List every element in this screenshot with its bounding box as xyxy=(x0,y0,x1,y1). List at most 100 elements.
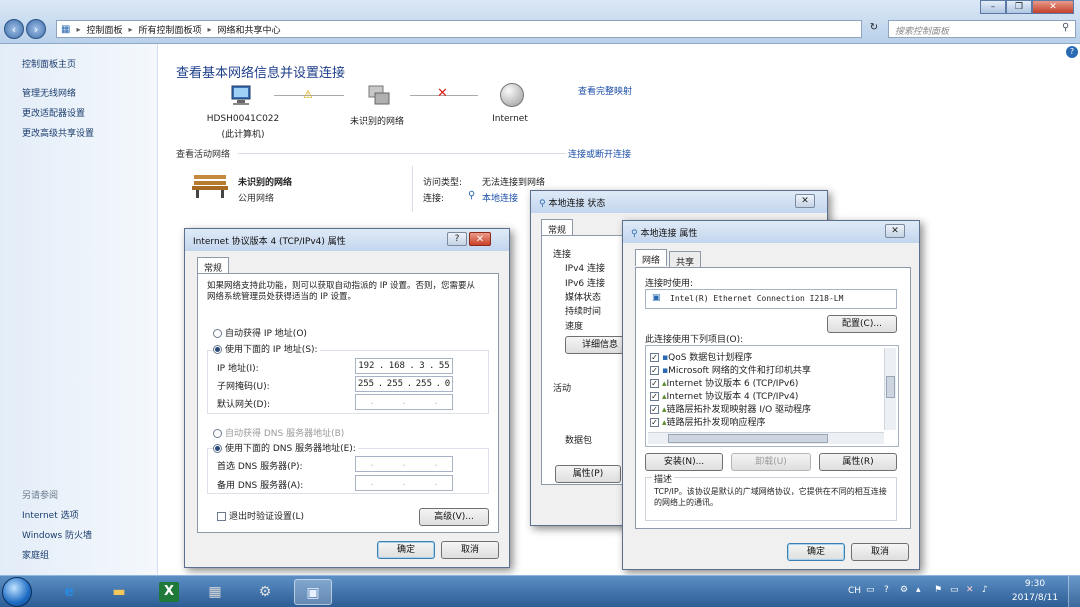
back-arrow-icon[interactable]: ‹ xyxy=(4,19,24,39)
chevron-right-icon: ▸ xyxy=(128,24,133,34)
file-explorer-icon[interactable]: ▬ xyxy=(100,579,138,605)
breadcrumb[interactable]: ▦ ▸ 控制面板 ▸ 所有控制面板项 ▸ 网络和共享中心 xyxy=(56,20,862,38)
horizontal-scrollbar[interactable] xyxy=(648,432,884,444)
change-adapter-link[interactable]: 更改适配器设置 xyxy=(22,106,85,119)
list-item[interactable]: ✓ ▪Microsoft 网络的文件和打印机共享 xyxy=(650,363,811,376)
network-name: 未识别的网络 xyxy=(238,178,293,188)
list-item[interactable]: ✓ ▪QoS 数据包计划程序 xyxy=(650,350,752,363)
calculator-icon[interactable]: ▦ xyxy=(196,579,234,605)
ok-button[interactable]: 确定 xyxy=(787,543,845,561)
search-input[interactable]: 搜索控制面板 xyxy=(888,20,1076,38)
control-panel-icon: ▦ xyxy=(61,23,71,35)
network-type-link[interactable]: 公用网络 xyxy=(238,191,274,204)
show-desktop-button[interactable] xyxy=(1068,576,1080,607)
alternate-dns-label: 备用 DNS 服务器(A): xyxy=(217,481,304,491)
status-properties-button[interactable]: 属性(P) xyxy=(555,465,621,483)
breadcrumb-item[interactable]: 网络和共享中心 xyxy=(218,23,281,36)
display-icon[interactable]: ▭ xyxy=(950,585,959,595)
auto-dns-radio[interactable]: 自动获得 DNS 服务器地址(B) xyxy=(213,426,344,439)
vertical-divider xyxy=(412,166,413,212)
subnet-mask-label: 子网掩码(U): xyxy=(217,382,270,392)
search-icon[interactable]: ⚲ xyxy=(1062,22,1069,33)
help-tray-icon[interactable]: ? xyxy=(884,585,889,595)
tab-general[interactable]: 常规 xyxy=(197,257,230,274)
gateway-field[interactable]: ... xyxy=(355,394,453,410)
clock-time[interactable]: 9:30 xyxy=(1006,579,1064,589)
preferred-dns-field[interactable]: ... xyxy=(355,456,453,472)
manual-ip-radio[interactable]: 使用下面的 IP 地址(S): xyxy=(213,342,320,355)
gateway-label: 默认网关(D): xyxy=(217,400,270,410)
properties-close-button[interactable]: ✕ xyxy=(885,224,905,238)
breadcrumb-item[interactable]: 所有控制面板项 xyxy=(139,23,202,36)
subnet-mask-field[interactable]: 255. 255. 255. 0 xyxy=(355,376,453,392)
items-list: ✓ ▪QoS 数据包计划程序 ✓ ▪Microsoft 网络的文件和打印机共享 ✓ ▴… xyxy=(645,345,899,447)
advanced-button[interactable]: 高级(V)... xyxy=(419,508,489,526)
network-error-icon[interactable]: ✕ xyxy=(966,585,974,595)
alternate-dns-field[interactable]: ... xyxy=(355,475,453,491)
connection-section-label: 连接 xyxy=(553,250,572,260)
tab-general[interactable]: 常规 xyxy=(541,219,574,236)
help-button[interactable]: ? xyxy=(447,232,467,246)
properties-dialog: ⚲ 本地连接 属性 ✕ 网络 共享 连接时使用: ▣ Intel(R) Ethe… xyxy=(622,220,920,570)
clock-date[interactable]: 2017/8/11 xyxy=(1006,593,1064,603)
adapter-box: ▣ Intel(R) Ethernet Connection I218-LM xyxy=(645,289,897,309)
firewall-link[interactable]: Windows 防火墙 xyxy=(22,528,92,541)
tab-sharing[interactable]: 共享 xyxy=(669,251,702,268)
manual-dns-radio[interactable]: 使用下面的 DNS 服务器地址(E): xyxy=(213,441,358,454)
minimize-button[interactable]: – xyxy=(980,0,1006,14)
close-button[interactable]: ✕ xyxy=(1032,0,1074,14)
advanced-sharing-link[interactable]: 更改高级共享设置 xyxy=(22,126,94,139)
flag-icon[interactable]: ⚑ xyxy=(934,585,942,595)
ok-button[interactable]: 确定 xyxy=(377,541,435,559)
view-full-map-link[interactable]: 查看完整映射 xyxy=(578,84,632,97)
duration-label: 持续时间 xyxy=(565,307,602,317)
volume-icon[interactable]: ♪ xyxy=(982,585,988,595)
ip-address-field[interactable]: 192. 168. 3. 55 xyxy=(355,358,453,374)
network-tool-icon[interactable]: ⚙ xyxy=(246,579,284,605)
start-button[interactable] xyxy=(2,577,32,607)
unidentified-network-label: 未识别的网络 xyxy=(349,117,404,127)
excel-icon[interactable]: X xyxy=(150,579,188,605)
description-label: 描述 xyxy=(652,472,675,485)
status-close-button[interactable]: ✕ xyxy=(795,194,815,208)
list-item[interactable]: ✓ ▴Internet 协议版本 6 (TCP/IPv6) xyxy=(650,376,798,389)
local-connection-link[interactable]: 本地连接 xyxy=(482,191,518,204)
cancel-button[interactable]: 取消 xyxy=(851,543,909,561)
manage-wireless-link[interactable]: 管理无线网络 xyxy=(22,86,76,99)
scrollbar-thumb[interactable] xyxy=(886,376,895,398)
refresh-icon[interactable]: ↻ xyxy=(864,22,884,36)
cancel-button[interactable]: 取消 xyxy=(441,541,499,559)
help-icon[interactable]: ? xyxy=(1066,46,1078,58)
computer-sublabel: (此计算机) xyxy=(221,130,265,140)
install-button[interactable]: 安装(N)... xyxy=(645,453,723,471)
tab-networking[interactable]: 网络 xyxy=(635,249,668,266)
keyboard-icon[interactable]: ▭ xyxy=(866,585,875,595)
ipv4-close-button[interactable]: ✕ xyxy=(469,232,491,246)
vertical-scrollbar[interactable] xyxy=(884,348,896,430)
scrollbar-thumb[interactable] xyxy=(668,434,828,443)
maximize-button[interactable]: ❐ xyxy=(1006,0,1032,14)
validate-checkbox[interactable]: 退出时验证设置(L) xyxy=(217,509,304,522)
auto-ip-radio[interactable]: 自动获得 IP 地址(O) xyxy=(213,326,307,339)
item-properties-button[interactable]: 属性(R) xyxy=(819,453,897,471)
internet-explorer-icon[interactable]: e xyxy=(50,579,88,605)
description-box: 描述 TCP/IP。该协议是默认的广域网络协议，它提供在不同的相互连接的网络上的… xyxy=(645,472,897,521)
internet-options-link[interactable]: Internet 选项 xyxy=(22,508,79,521)
status-dialog-titlebar: ⚲ 本地连接 状态 xyxy=(531,191,827,213)
forward-arrow-icon[interactable]: › xyxy=(26,19,46,39)
breadcrumb-item[interactable]: 控制面板 xyxy=(86,23,122,36)
list-item[interactable]: ✓ ▴链路层拓扑发现响应程序 xyxy=(650,415,766,428)
connect-disconnect-link[interactable]: 连接或断开连接 xyxy=(568,147,631,160)
chevron-up-icon[interactable]: ▴ xyxy=(916,585,921,595)
control-panel-home-link[interactable]: 控制面板主页 xyxy=(22,57,76,70)
internet-label: Internet xyxy=(492,114,528,124)
settings-tray-icon[interactable]: ⚙ xyxy=(900,585,908,595)
uninstall-button[interactable]: 卸载(U) xyxy=(731,453,811,471)
homegroup-link[interactable]: 家庭组 xyxy=(22,548,49,561)
ipv6-connectivity-label: IPv6 连接 xyxy=(565,279,605,289)
list-item[interactable]: ✓ ▴链路层拓扑发现映射器 I/O 驱动程序 xyxy=(650,402,811,415)
control-panel-taskbar-icon[interactable]: ▣ xyxy=(294,579,332,605)
configure-button[interactable]: 配置(C)... xyxy=(827,315,897,333)
list-item[interactable]: ✓ ▴Internet 协议版本 4 (TCP/IPv4) xyxy=(650,389,798,402)
language-indicator[interactable]: CH xyxy=(848,586,861,596)
